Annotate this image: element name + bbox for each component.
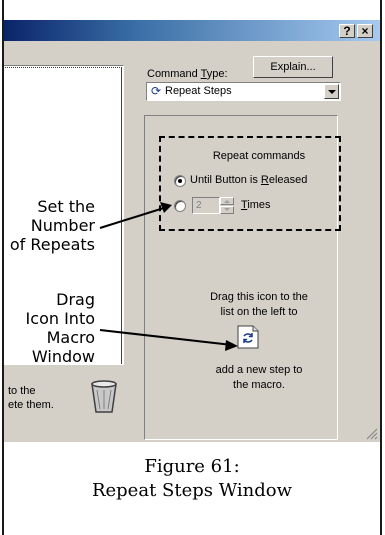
drag-instructions-line-1: Drag this icon to the bbox=[210, 291, 308, 303]
drag-instructions-line-2: list on the left to bbox=[220, 306, 298, 318]
add-step-line-2: the macro. bbox=[233, 379, 285, 391]
callout-drag-line-1: Drag bbox=[56, 290, 95, 309]
drag-instructions: Drag this icon to the list on the left t… bbox=[184, 290, 334, 320]
callout-drag-line-3: Macro bbox=[46, 328, 95, 347]
command-type-label-suffix: ype: bbox=[206, 68, 228, 80]
repeat-count-field[interactable]: 2 bbox=[192, 197, 220, 214]
repeat-count-stepper[interactable] bbox=[220, 197, 234, 214]
times-label-suffix: imes bbox=[247, 199, 271, 211]
until-released-radio[interactable] bbox=[174, 175, 186, 187]
callout-drag-line-4: Window bbox=[31, 347, 95, 366]
delete-hint-text: to the ete them. bbox=[8, 384, 68, 412]
figure-caption: Figure 61: Repeat Steps Window bbox=[4, 455, 380, 503]
until-released-prefix: Until Button is bbox=[190, 174, 261, 186]
callout-drag-icon: Drag Icon Into Macro Window bbox=[26, 290, 95, 366]
callout-drag-line-2: Icon Into bbox=[25, 309, 95, 328]
times-label[interactable]: Times bbox=[241, 199, 271, 211]
until-released-access-key: R bbox=[260, 174, 269, 186]
trash-icon[interactable] bbox=[89, 380, 119, 414]
add-step-instructions: add a new step to the macro. bbox=[184, 363, 334, 393]
page-border-right bbox=[380, 0, 382, 535]
callout-repeats-line-2: Number bbox=[30, 216, 95, 235]
add-step-line-1: add a new step to bbox=[215, 364, 303, 376]
chevron-down-icon[interactable] bbox=[324, 84, 339, 99]
radio-selected-dot bbox=[178, 179, 182, 183]
delete-hint-line-1: to the bbox=[8, 385, 36, 397]
resize-grip[interactable] bbox=[366, 428, 378, 440]
help-button[interactable]: ? bbox=[339, 24, 355, 38]
until-released-suffix: eleased bbox=[268, 174, 308, 186]
stepper-up-button[interactable] bbox=[220, 197, 234, 205]
repeat-commands-heading: Repeat commands bbox=[212, 150, 306, 162]
callout-repeats-line-3: of Repeats bbox=[9, 235, 95, 254]
title-bar: ? × bbox=[4, 20, 380, 41]
callout-repeats-line-1: Set the bbox=[37, 197, 95, 216]
command-type-label: Command Type: bbox=[147, 68, 228, 80]
stepper-down-button[interactable] bbox=[220, 206, 234, 214]
command-type-dropdown[interactable]: ⟳ Repeat Steps bbox=[146, 82, 341, 101]
explain-button[interactable]: Explain... bbox=[253, 56, 333, 78]
command-type-value: Repeat Steps bbox=[165, 85, 232, 97]
caption-line-2: Repeat Steps Window bbox=[91, 480, 293, 501]
repeat-times-radio[interactable] bbox=[174, 200, 186, 212]
until-released-label[interactable]: Until Button is Released bbox=[190, 174, 307, 186]
caption-line-1: Figure 61: bbox=[144, 456, 240, 477]
command-type-label-prefix: Command bbox=[147, 68, 201, 80]
repeat-step-drag-icon[interactable] bbox=[236, 325, 260, 349]
delete-hint-line-2: ete them. bbox=[8, 399, 54, 411]
close-button[interactable]: × bbox=[357, 24, 373, 38]
repeat-icon: ⟳ bbox=[151, 84, 162, 98]
callout-set-repeats: Set the Number of Repeats bbox=[10, 197, 95, 254]
